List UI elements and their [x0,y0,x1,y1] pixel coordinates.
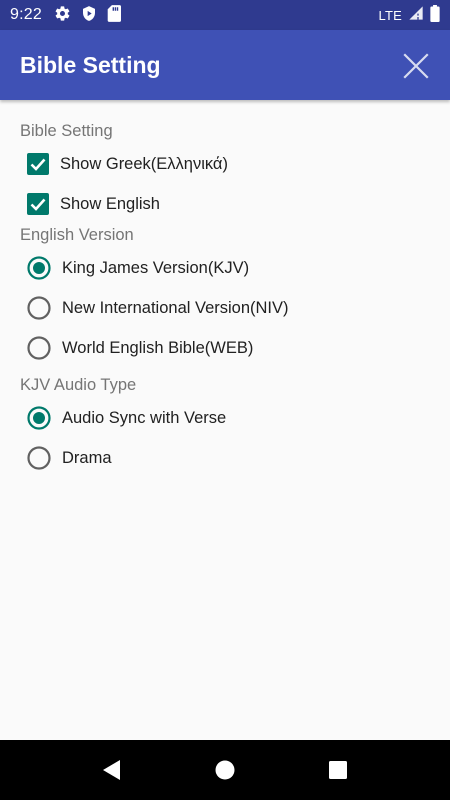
close-icon [403,53,429,79]
radio-selected-icon [26,405,52,431]
show-english-checkbox[interactable]: Show English [26,186,160,222]
home-icon [215,760,235,780]
radio-kjv-label: King James Version(KJV) [62,258,250,277]
play-protect-icon [81,5,97,26]
show-english-label: Show English [60,194,160,213]
radio-kjv[interactable]: King James Version(KJV) [26,250,249,286]
checkbox-checked-icon [26,152,50,176]
radio-selected-icon [26,255,52,281]
status-bar: 9:22 LTE [0,0,450,30]
section-header-english-version: English Version [20,226,134,244]
recents-button[interactable] [326,758,350,782]
radio-web-label: World English Bible(WEB) [62,338,254,357]
radio-drama[interactable]: Drama [26,440,112,476]
section-header-bible-setting: Bible Setting [20,122,113,140]
radio-unselected-icon [26,295,52,321]
network-type: LTE [378,7,402,23]
show-greek-checkbox[interactable]: Show Greek(Ελληνικά) [26,146,228,182]
status-time: 9:22 [10,6,42,23]
radio-web[interactable]: World English Bible(WEB) [26,330,253,366]
signal-icon [408,5,424,25]
status-icons-left [54,4,121,26]
app-bar: Bible Setting [0,30,450,100]
radio-niv-label: New International Version(NIV) [62,298,289,317]
home-button[interactable] [213,758,237,782]
radio-audio-sync[interactable]: Audio Sync with Verse [26,400,226,436]
navigation-bar [0,740,450,800]
radio-niv[interactable]: New International Version(NIV) [26,290,289,326]
section-header-kjv-audio-type: KJV Audio Type [20,376,137,394]
status-icons-right: LTE [378,4,440,26]
recents-icon [329,761,347,779]
radio-unselected-icon [26,445,52,471]
back-icon [103,760,120,780]
checkbox-checked-icon [26,192,50,216]
battery-icon [430,4,440,26]
radio-unselected-icon [26,335,52,361]
page-title: Bible Setting [20,51,161,78]
radio-audio-sync-label: Audio Sync with Verse [62,408,227,427]
close-button[interactable] [402,52,430,80]
show-greek-label: Show Greek(Ελληνικά) [60,154,228,173]
gear-icon [54,5,71,26]
back-button[interactable] [100,758,124,782]
sd-card-icon [107,4,121,26]
radio-drama-label: Drama [62,448,112,467]
